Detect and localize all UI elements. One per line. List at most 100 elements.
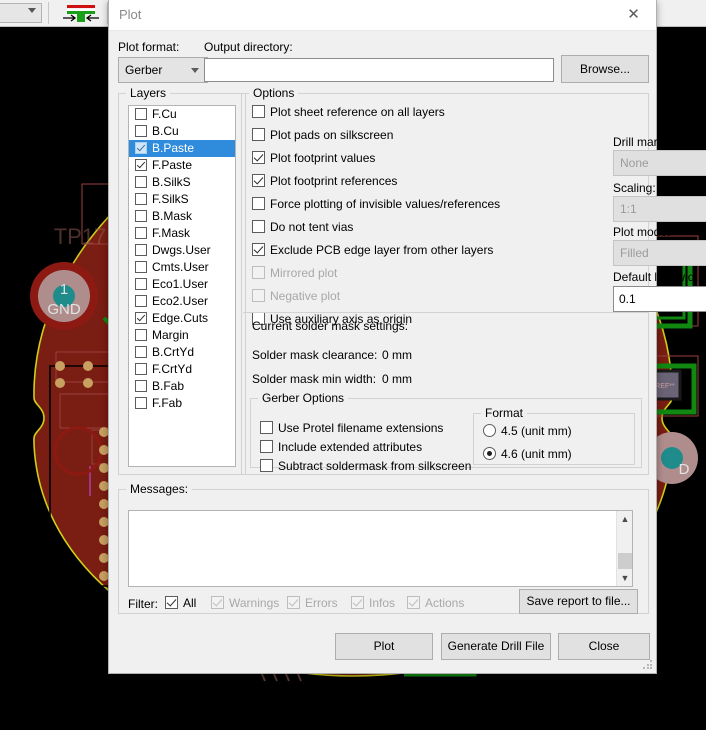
option-checkbox-6[interactable]: Exclude PCB edge layer from other layers [252,243,493,257]
plot-button[interactable]: Plot [335,633,433,660]
layers-listbox[interactable]: F.Cu B.Cu B.Paste F.Paste B.SilkS F.SilkS B.Ma… [128,105,236,467]
svg-text:1: 1 [60,281,68,298]
layer-row-margin[interactable]: Margin [129,327,235,344]
plot-mode-combo[interactable]: Filled [613,240,706,266]
layer-row-f-mask[interactable]: F.Mask [129,225,235,242]
plot-dialog: Plot ✕ Plot format: Gerber Output direct… [108,0,706,674]
layer-checkbox[interactable] [135,227,147,239]
scroll-down-icon[interactable]: ▼ [617,570,633,586]
layer-checkbox[interactable] [135,142,147,154]
layer-row-f-crtyd[interactable]: F.CrtYd [129,361,235,378]
layer-row-dwgs-user[interactable]: Dwgs.User [129,242,235,259]
messages-textarea[interactable]: ▲ ▼ [128,510,633,587]
checkbox-box [252,174,265,187]
filter-label-text: Infos [369,596,396,610]
layer-row-eco2-user[interactable]: Eco2.User [129,293,235,310]
layer-checkbox[interactable] [135,108,147,120]
option-checkbox-3[interactable]: Plot footprint references [252,174,397,188]
line-width-input[interactable] [613,286,706,312]
scaling-value: 1:1 [620,202,637,216]
option-checkbox-5[interactable]: Do not tent vias [252,220,353,234]
plot-format-combo[interactable]: Gerber [118,57,208,83]
layer-checkbox[interactable] [135,346,147,358]
scroll-up-icon[interactable]: ▲ [617,511,633,527]
plot-mode-value: Filled [620,246,649,260]
layer-checkbox[interactable] [135,261,147,273]
layer-checkbox[interactable] [135,312,147,324]
layer-row-f-fab[interactable]: F.Fab [129,395,235,412]
save-report-button[interactable]: Save report to file... [519,589,638,614]
layer-checkbox[interactable] [135,176,147,188]
checkbox-box [407,596,420,609]
layer-checkbox[interactable] [135,210,147,222]
checkbox-box [260,459,273,472]
gerber-option-label: Use Protel filename extensions [278,421,444,435]
layer-checkbox[interactable] [135,329,147,341]
layer-row-f-silks[interactable]: F.SilkS [129,191,235,208]
output-directory-input[interactable] [204,58,554,82]
layer-row-edge-cuts[interactable]: Edge.Cuts [129,310,235,327]
layer-checkbox[interactable] [135,278,147,290]
layer-row-b-mask[interactable]: B.Mask [129,208,235,225]
layer-checkbox[interactable] [135,193,147,205]
layer-checkbox[interactable] [135,125,147,137]
checkbox-box [351,596,364,609]
layer-row-b-crtyd[interactable]: B.CrtYd [129,344,235,361]
plot-format-label: Plot format: [118,40,180,54]
toolbar-zoom-combo[interactable]: s) * [0,3,42,23]
layer-row-b-cu[interactable]: B.Cu [129,123,235,140]
layer-row-cmts-user[interactable]: Cmts.User [129,259,235,276]
messages-group-title: Messages: [126,482,193,496]
gerber-options-group-title: Gerber Options [258,391,349,405]
gerber-options-groupbox: Gerber Options Use Protel filename exten… [250,391,642,473]
layer-checkbox[interactable] [135,244,147,256]
layer-row-f-paste[interactable]: F.Paste [129,157,235,174]
resize-grip[interactable] [643,660,653,670]
layer-checkbox[interactable] [135,295,147,307]
options-groupbox: Options Plot sheet reference on all laye… [241,86,706,475]
dialog-titlebar[interactable]: Plot ✕ [109,0,656,31]
gerber-option-label: Subtract soldermask from silkscreen [278,459,472,473]
layer-label: F.CrtYd [152,362,193,376]
layer-checkbox[interactable] [135,363,147,375]
scrollbar-thumb[interactable] [618,553,632,569]
layer-row-f-cu[interactable]: F.Cu [129,106,235,123]
pad-clearance-icon[interactable] [57,2,105,24]
generate-drill-file-button[interactable]: Generate Drill File [441,633,551,660]
layer-row-b-paste[interactable]: B.Paste [129,140,235,157]
layer-row-b-silks[interactable]: B.SilkS [129,174,235,191]
option-checkbox-0[interactable]: Plot sheet reference on all layers [252,105,445,119]
drill-marks-combo[interactable]: None [613,150,706,176]
close-icon[interactable]: ✕ [611,0,656,30]
drill-marks-label: Drill marks: [613,135,673,149]
layer-checkbox[interactable] [135,159,147,171]
layer-row-b-fab[interactable]: B.Fab [129,378,235,395]
format-radio-0[interactable]: 4.5 (unit mm) [483,424,572,438]
option-checkbox-2[interactable]: Plot footprint values [252,151,375,165]
layer-checkbox[interactable] [135,397,147,409]
messages-scrollbar[interactable]: ▲ ▼ [616,511,632,586]
format-radio-1[interactable]: 4.6 (unit mm) [483,447,572,461]
svg-text:D: D [679,461,690,478]
gerber-option-checkbox-1[interactable]: Include extended attributes [260,440,422,454]
gerber-option-checkbox-2[interactable]: Subtract soldermask from silkscreen [260,459,471,473]
layer-label: F.SilkS [152,192,189,206]
close-button[interactable]: Close [558,633,650,660]
layer-row-eco1-user[interactable]: Eco1.User [129,276,235,293]
option-checkbox-4[interactable]: Force plotting of invisible values/refer… [252,197,500,211]
svg-text:REF**: REF** [655,383,675,390]
browse-button[interactable]: Browse... [561,55,649,83]
filter-checkbox-all[interactable]: All [165,596,196,610]
chevron-down-icon [28,8,36,13]
checkbox-box [252,220,265,233]
output-directory-label: Output directory: [204,40,293,54]
layer-checkbox[interactable] [135,380,147,392]
checkbox-box [252,243,265,256]
option-checkbox-1[interactable]: Plot pads on silkscreen [252,128,393,142]
gerber-option-checkbox-0[interactable]: Use Protel filename extensions [260,421,443,435]
layer-label: Dwgs.User [152,243,211,257]
option-label: Force plotting of invisible values/refer… [270,197,501,211]
scaling-combo[interactable]: 1:1 [613,196,706,222]
gerber-option-label: Include extended attributes [278,440,423,454]
checkbox-box [252,266,265,279]
